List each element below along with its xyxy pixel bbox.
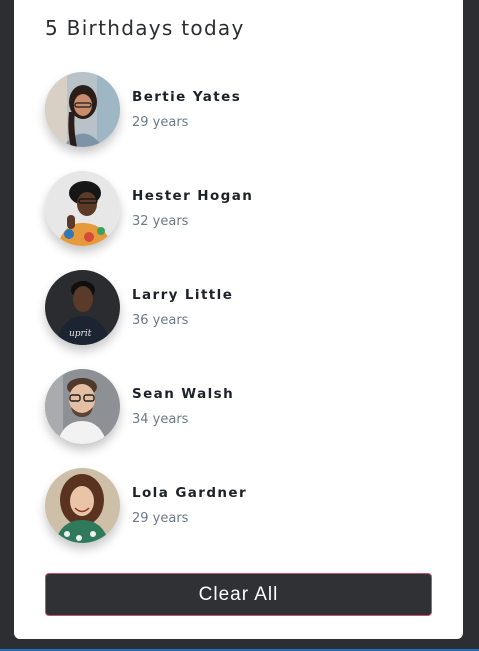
- person-name: Bertie Yates: [132, 89, 242, 105]
- people-list: Bertie Yates 29 years Hester Hogan 32 ye…: [45, 72, 432, 543]
- person-info: Larry Little 36 years: [132, 286, 233, 329]
- person-info: Sean Walsh 34 years: [132, 385, 234, 428]
- avatar: uprit: [45, 270, 120, 345]
- list-item: Lola Gardner 29 years: [45, 468, 432, 543]
- person-info: Lola Gardner 29 years: [132, 484, 247, 527]
- birthday-card: 5 Birthdays today Bertie Yates 29 years …: [14, 0, 463, 639]
- list-item: Sean Walsh 34 years: [45, 369, 432, 444]
- avatar: [45, 369, 120, 444]
- person-name: Lola Gardner: [132, 485, 248, 501]
- person-name: Sean Walsh: [132, 386, 235, 402]
- person-age: 29 years: [132, 115, 189, 130]
- avatar: [45, 171, 120, 246]
- person-name: Larry Little: [132, 287, 234, 303]
- person-info: Bertie Yates 29 years: [132, 88, 241, 131]
- list-item: uprit Larry Little 36 years: [45, 270, 432, 345]
- person-age: 34 years: [132, 412, 189, 427]
- person-age: 36 years: [132, 313, 189, 328]
- avatar: [45, 72, 120, 147]
- card-title: 5 Birthdays today: [45, 16, 245, 40]
- person-info: Hester Hogan 32 years: [132, 187, 253, 230]
- person-age: 32 years: [132, 214, 189, 229]
- avatar: [45, 468, 120, 543]
- list-item: Hester Hogan 32 years: [45, 171, 432, 246]
- person-age: 29 years: [132, 511, 189, 526]
- list-item: Bertie Yates 29 years: [45, 72, 432, 147]
- person-name: Hester Hogan: [132, 188, 254, 204]
- app-background: 5 Birthdays today Bertie Yates 29 years …: [0, 0, 479, 651]
- svg-text:uprit: uprit: [69, 329, 92, 339]
- clear-all-button[interactable]: Clear All: [45, 573, 432, 616]
